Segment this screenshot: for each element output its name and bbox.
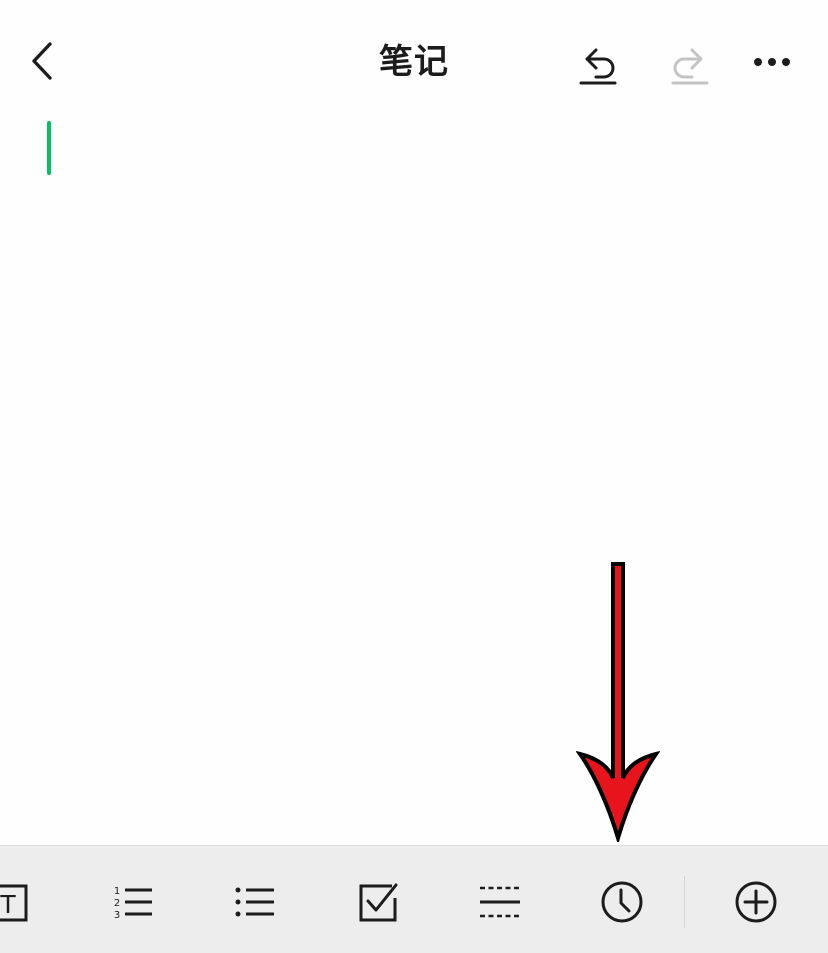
bullet-list-icon: [235, 887, 274, 917]
note-content-area[interactable]: [0, 100, 828, 844]
svg-text:1: 1: [114, 886, 120, 897]
checkbox-icon: [359, 883, 398, 922]
insert-time-button[interactable]: [596, 876, 648, 928]
divider-line-icon: [480, 886, 520, 918]
numbered-list-button[interactable]: 1 2 3: [106, 876, 158, 928]
redo-button[interactable]: [666, 38, 714, 86]
more-options-button[interactable]: [748, 38, 796, 86]
chevron-left-icon: [32, 42, 52, 80]
add-attachment-button[interactable]: [730, 876, 782, 928]
page-title: 笔记: [379, 42, 449, 82]
toolbar-separator: [684, 876, 685, 928]
svg-text:2: 2: [114, 898, 120, 909]
divider-button[interactable]: [474, 876, 526, 928]
undo-icon: [579, 48, 617, 85]
formatting-toolbar: T 1 2 3: [0, 845, 828, 953]
undo-button[interactable]: [574, 38, 622, 86]
svg-text:T: T: [0, 890, 16, 919]
plus-circle-icon: [735, 881, 777, 923]
redo-icon: [671, 48, 709, 85]
numbered-list-icon: 1 2 3: [114, 886, 152, 921]
back-button[interactable]: [20, 36, 68, 86]
svg-text:3: 3: [114, 910, 120, 921]
clock-icon: [601, 881, 643, 923]
checklist-button[interactable]: [352, 876, 404, 928]
bullet-list-button[interactable]: [228, 876, 280, 928]
note-editor-page: 笔记 T 1 2 3: [0, 0, 828, 953]
text-format-icon: T: [0, 884, 28, 922]
text-cursor: [47, 121, 51, 175]
text-style-button[interactable]: T: [0, 876, 34, 928]
more-dots-icon: [754, 58, 790, 66]
